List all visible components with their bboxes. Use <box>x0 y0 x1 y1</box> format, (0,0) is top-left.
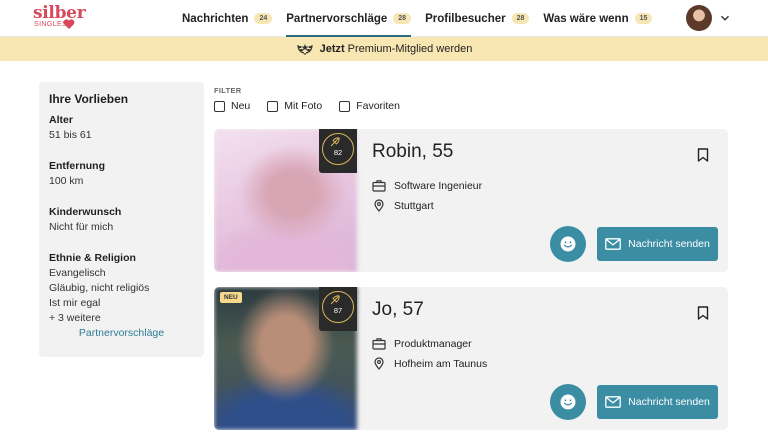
chevron-down-icon[interactable] <box>720 13 730 23</box>
profile-name[interactable]: Robin, 55 <box>372 141 453 163</box>
premium-banner[interactable]: Jetzt Premium-Mitglied werden <box>0 37 768 61</box>
send-message-label: Nachricht senden <box>628 238 710 250</box>
nav-label: Was wäre wenn <box>543 12 629 25</box>
pref-label: Entfernung <box>49 160 105 172</box>
partnervorschlaege-link[interactable]: Partnervorschläge <box>39 327 204 339</box>
match-score: 82 <box>319 129 357 173</box>
pref-label: Ethnie & Religion <box>49 252 136 264</box>
filter-option-label: Favoriten <box>356 100 400 112</box>
location-text: Hofheim am Taunus <box>394 357 488 370</box>
pref-group: Entfernung 100 km <box>49 160 194 189</box>
location-pin-icon <box>374 199 384 212</box>
location-pin-icon <box>374 357 384 370</box>
briefcase-icon <box>372 180 386 192</box>
filter-label: FILTER <box>214 86 242 95</box>
pref-value: 100 km <box>49 175 84 187</box>
filter-bar: Neu Mit Foto Favoriten <box>214 100 417 112</box>
pref-label: Alter <box>49 114 73 126</box>
smile-button[interactable] <box>550 384 586 420</box>
match-feather-icon <box>330 137 340 147</box>
nav-partnervorschlaege[interactable]: Partnervorschläge 28 <box>286 0 412 38</box>
profile-card[interactable]: NEU 87 Jo, 57 Produktmanager Hofheim am … <box>214 287 728 430</box>
checkbox[interactable] <box>339 100 351 112</box>
filter-mit-foto[interactable]: Mit Foto <box>267 100 322 112</box>
heart-icon <box>63 19 75 29</box>
envelope-icon <box>605 396 621 408</box>
smiley-icon <box>560 236 576 252</box>
filter-neu[interactable]: Neu <box>214 100 250 112</box>
checkbox[interactable] <box>214 100 225 112</box>
pref-value: Ist mir egal <box>49 297 101 309</box>
preferences-panel: Ihre Vorlieben Alter 51 bis 61 Entfernun… <box>39 82 204 357</box>
pref-value: 51 bis 61 <box>49 129 92 141</box>
profile-name[interactable]: Jo, 57 <box>372 299 424 321</box>
job-text: Produktmanager <box>394 337 472 350</box>
location-text: Stuttgart <box>394 199 434 212</box>
top-header: silber SINGLES Nachrichten 24 Partnervor… <box>0 0 768 38</box>
main-nav: Nachrichten 24 Partnervorschläge 28 Prof… <box>182 0 666 38</box>
smiley-icon <box>560 394 576 410</box>
send-message-button[interactable]: Nachricht senden <box>597 385 718 419</box>
pref-label: Kinderwunsch <box>49 206 122 218</box>
nav-was-waere-wenn[interactable]: Was wäre wenn 15 <box>543 0 653 37</box>
nav-label: Profilbesucher <box>425 12 506 25</box>
count-badge: 15 <box>634 13 653 24</box>
pref-value: Evangelisch <box>49 267 106 279</box>
pref-group: Ethnie & Religion Evangelisch Gläubig, n… <box>49 252 194 326</box>
nav-profilbesucher[interactable]: Profilbesucher 28 <box>425 0 530 37</box>
envelope-icon <box>605 238 621 250</box>
bookmark-icon[interactable] <box>697 306 709 320</box>
logo[interactable]: silber SINGLES <box>33 3 86 33</box>
filter-option-label: Mit Foto <box>284 100 323 112</box>
count-badge: 28 <box>393 13 412 24</box>
filter-favoriten[interactable]: Favoriten <box>339 100 400 112</box>
match-score: 87 <box>319 287 357 331</box>
logo-text: silber <box>33 3 86 23</box>
match-number: 82 <box>333 148 343 157</box>
pref-more[interactable]: + 3 weitere <box>49 311 194 326</box>
briefcase-icon <box>372 338 386 350</box>
new-badge: NEU <box>220 292 242 303</box>
pref-group: Alter 51 bis 61 <box>49 114 194 143</box>
count-badge: 24 <box>254 13 273 24</box>
pref-group: Kinderwunsch Nicht für mich <box>49 206 194 235</box>
pref-value: Nicht für mich <box>49 221 114 233</box>
location-row: Hofheim am Taunus <box>372 357 487 370</box>
send-message-button[interactable]: Nachricht senden <box>597 227 718 261</box>
premium-text: Premium-Mitglied werden <box>347 43 473 55</box>
send-message-label: Nachricht senden <box>628 396 710 408</box>
laurel-icon <box>297 44 313 55</box>
profile-card[interactable]: 82 Robin, 55 Software Ingenieur Stuttgar… <box>214 129 728 272</box>
job-text: Software Ingenieur <box>394 179 483 192</box>
job-row: Software Ingenieur <box>372 179 482 192</box>
match-feather-icon <box>330 295 340 305</box>
count-badge: 28 <box>511 13 530 24</box>
location-row: Stuttgart <box>372 199 434 212</box>
nav-nachrichten[interactable]: Nachrichten 24 <box>182 0 273 37</box>
filter-option-label: Neu <box>231 100 251 112</box>
job-row: Produktmanager <box>372 337 472 350</box>
pref-value: Gläubig, nicht religiös <box>49 282 150 294</box>
premium-strong: Jetzt <box>319 43 345 55</box>
nav-label: Nachrichten <box>182 12 249 25</box>
user-avatar[interactable] <box>686 5 712 31</box>
nav-label: Partnervorschläge <box>286 12 388 25</box>
preferences-title: Ihre Vorlieben <box>49 92 129 106</box>
bookmark-icon[interactable] <box>697 148 709 162</box>
match-number: 87 <box>333 306 343 315</box>
checkbox[interactable] <box>267 100 279 112</box>
smile-button[interactable] <box>550 226 586 262</box>
